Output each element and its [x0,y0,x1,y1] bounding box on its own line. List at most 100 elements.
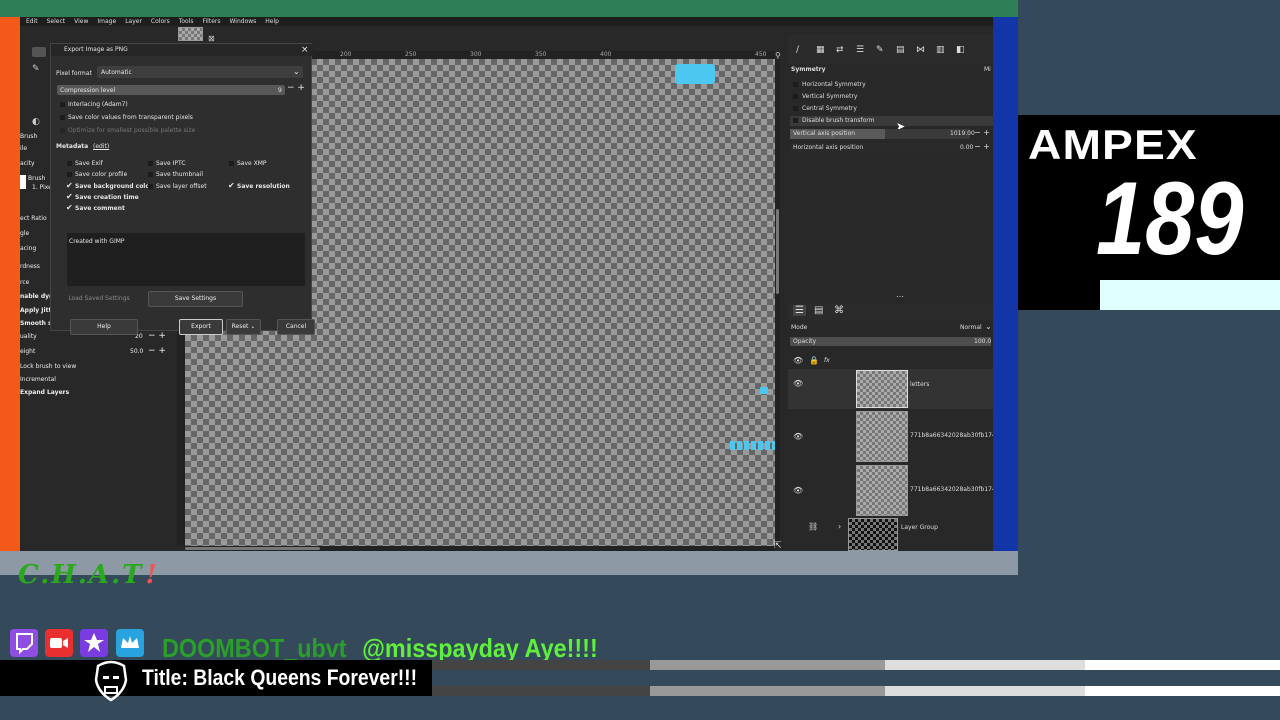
option-label[interactable]: Lock brush to view [20,363,76,370]
horizontal-symmetry-checkbox[interactable] [793,82,798,87]
horizontal-axis-slider[interactable]: Horizontal axis position 0.00 [790,143,973,153]
save-color-profile-checkbox[interactable] [67,172,72,177]
grid-icon[interactable]: ▦ [816,45,825,55]
horizontal-axis-label: Horizontal axis position [793,144,864,151]
layer-name: 771b8a66342028ab30fb17408b [910,486,993,493]
menu-filters[interactable]: Filters [203,17,221,26]
menu-layer[interactable]: Layer [125,17,142,26]
panel-grip-icon[interactable]: ⋯ [896,292,904,301]
chevron-down-icon[interactable]: ⌄ [985,322,992,331]
layers-icon[interactable]: ▤ [896,45,905,55]
optimize-checkbox[interactable] [60,128,65,133]
metadata-edit-link[interactable]: (edit) [93,143,109,150]
tool-icon[interactable] [32,47,46,57]
pattern-icon[interactable]: ⇄ [836,45,844,55]
metadata-label: Metadata [56,143,89,150]
reset-button[interactable]: Reset ⌄ [226,319,261,335]
vertical-scrollbar[interactable] [775,59,780,546]
save-creation-time-label: Save creation time [75,194,139,201]
export-button[interactable]: Export [179,319,223,335]
vertical-scroll-thumb[interactable] [776,209,779,294]
layer-thumbnail [856,465,908,516]
eye-icon[interactable]: 👁 [793,356,803,365]
compression-slider[interactable]: Compression level 9 [57,85,285,95]
layer-row[interactable]: 👁 771b8a66342028ab30fb17408b [788,410,993,463]
paths-tab-icon[interactable]: ⌘ [834,305,844,316]
eye-icon[interactable]: 👁 [793,379,803,388]
symmetry-icon[interactable]: ⋈ [916,45,925,55]
layer-group-row[interactable]: ⛓ › Layer Group [788,518,993,551]
brush-name: Brush [28,175,46,182]
channels-tab-icon[interactable]: ▤ [814,305,823,316]
save-layer-offset-checkbox[interactable] [148,184,153,189]
menu-image[interactable]: Image [97,17,116,26]
ruler-mark: 250 [405,51,417,58]
disable-brush-row[interactable]: Disable brush transform [790,116,993,126]
close-tab-icon[interactable]: ⊠ [208,34,215,43]
vertical-symmetry-checkbox[interactable] [793,94,798,99]
menu-tools[interactable]: Tools [179,17,194,26]
checkmark-icon[interactable]: ✔ [66,181,73,190]
help-button[interactable]: Help [70,319,138,335]
chevron-right-icon[interactable]: › [838,522,841,531]
save-color-values-checkbox[interactable] [60,115,65,120]
opacity-slider[interactable]: Opacity 100.0 [790,337,991,346]
gradient-icon[interactable]: ◧ [956,45,965,55]
minus-plus-icon[interactable]: − + [974,142,990,151]
image-tab-thumbnail[interactable] [178,27,203,41]
lock-icon[interactable]: 🔒 [809,356,819,365]
central-symmetry-checkbox[interactable] [793,106,798,111]
eraser-tool-icon[interactable]: ✎ [32,64,40,74]
save-color-values-label: Save color values from transparent pixel… [68,114,193,121]
close-icon[interactable]: × [301,45,309,55]
navigate-icon[interactable]: ⇱ [774,541,782,551]
save-settings-button[interactable]: Save Settings [148,291,243,307]
comment-textarea[interactable]: Created with GIMP [67,233,305,286]
pencil-icon[interactable]: ✎ [876,45,884,55]
option-label[interactable]: nable dyn [20,293,53,300]
menu-view[interactable]: View [74,17,88,26]
eye-icon[interactable]: 👁 [793,432,803,441]
layers-tab-icon[interactable]: ☰ [793,305,806,316]
minus-plus-icon[interactable]: − + [148,346,166,356]
checkmark-icon[interactable]: ✔ [228,181,235,190]
menu-edit[interactable]: Edit [26,17,38,26]
minus-plus-icon[interactable]: − + [974,128,990,137]
stack-icon[interactable]: ☰ [856,45,864,55]
minus-plus-icon[interactable]: − + [287,83,305,93]
cyan-shape [675,64,715,84]
interlacing-checkbox[interactable] [60,102,65,107]
cancel-button[interactable]: Cancel [277,319,315,335]
eye-icon[interactable]: 👁 [793,486,803,495]
save-xmp-checkbox[interactable] [229,161,234,166]
star-icon [80,629,108,657]
horizontal-scroll-thumb[interactable] [185,547,320,550]
paint-tool-icon[interactable]: ◐ [32,117,40,127]
table-icon[interactable]: ▥ [936,45,945,55]
checkmark-icon[interactable]: ✔ [66,192,73,201]
menu-select[interactable]: Select [47,17,66,26]
save-iptc-checkbox[interactable] [148,161,153,166]
save-xmp-label: Save XMP [237,160,267,167]
brush-icon[interactable]: ∕ [796,45,799,55]
fx-icon[interactable]: fx [824,357,830,364]
menu-colors[interactable]: Colors [151,17,170,26]
load-settings-button[interactable]: Load Saved Settings [59,291,139,307]
disable-brush-checkbox[interactable] [793,118,798,123]
layer-row[interactable]: 👁 771b8a66342028ab30fb17408b [788,464,993,517]
option-label[interactable]: Expand Layers [20,389,69,396]
save-thumbnail-checkbox[interactable] [148,172,153,177]
layer-row[interactable]: 👁 letters [788,369,993,409]
option-label[interactable]: Incremental [20,376,56,383]
menu-help[interactable]: Help [265,17,279,26]
mode-value[interactable]: Normal [960,324,982,331]
pixel-format-select[interactable]: Automatic ⌄ [97,66,303,78]
minus-plus-icon[interactable]: − + [148,331,166,341]
link-icon[interactable]: ⛓ [808,522,818,531]
brush-preview[interactable] [20,175,26,189]
menu-windows[interactable]: Windows [230,17,257,26]
checkmark-icon[interactable]: ✔ [66,203,73,212]
vertical-axis-slider[interactable]: Vertical axis position 1019.00 [790,129,975,139]
height-value[interactable]: 50.0 [130,348,143,355]
save-exif-checkbox[interactable] [67,161,72,166]
